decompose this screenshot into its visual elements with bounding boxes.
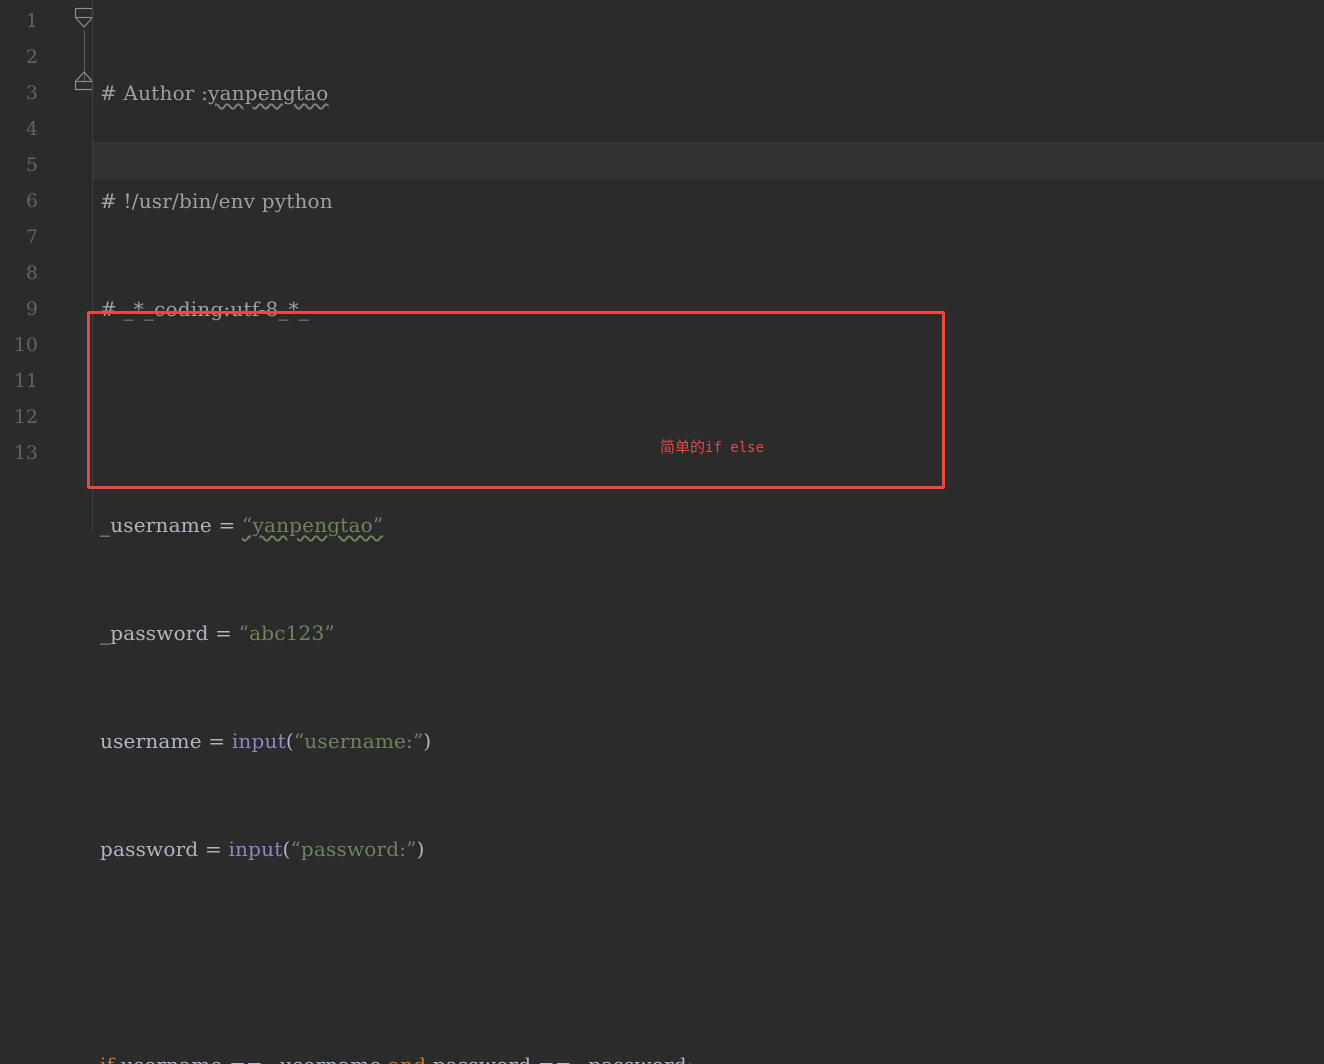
code-line-8[interactable]: password = input(“password:”) [100, 831, 784, 867]
code-line-9[interactable] [100, 939, 784, 975]
comment-hash: # [100, 297, 117, 321]
comment-text: Author : [116, 81, 209, 105]
paren-close: ) [423, 729, 432, 753]
condition-left: username == _username [114, 1053, 388, 1064]
variable-username-const: _username [100, 513, 212, 537]
code-line-1[interactable]: # Author :yanpengtao [100, 75, 784, 111]
paren-close: ) [416, 837, 425, 861]
line-number: 11 [13, 370, 38, 392]
line-number: 4 [25, 118, 38, 140]
string-literal: “yanpengtao” [242, 513, 384, 537]
code-folding-column[interactable] [60, 0, 94, 532]
assign-operator: = [208, 621, 239, 645]
string-literal: “password:” [290, 837, 417, 861]
line-number: 12 [13, 406, 38, 428]
comment-hash: # [100, 81, 117, 105]
line-number: 3 [25, 82, 38, 104]
code-editor[interactable]: 1 2 3 4 5 6 7 8 9 10 11 12 13 # Author:… [0, 0, 1324, 1064]
variable-username: username [100, 729, 202, 753]
line-number: 7 [25, 226, 38, 248]
comment-text: !/usr/bin/env python [116, 189, 333, 213]
string-literal: “username:” [293, 729, 424, 753]
line-number: 8 [25, 262, 38, 284]
condition-right: password == _password: [426, 1053, 694, 1064]
code-line-2[interactable]: # !/usr/bin/env python [100, 183, 784, 219]
paren-open: ( [282, 837, 291, 861]
gutter-separator [92, 0, 93, 532]
assign-operator: = [211, 513, 243, 537]
code-line-4[interactable] [100, 399, 784, 435]
keyword-if: if [100, 1053, 114, 1064]
variable-password: password [100, 837, 199, 861]
keyword-and: and [388, 1053, 426, 1064]
line-number: 1 [25, 10, 38, 32]
annotation-label: 简单的if else [660, 436, 764, 457]
line-number: 2 [25, 46, 38, 68]
code-content[interactable]: # Author :yanpengtao # !/usr/bin/env pyt… [100, 0, 784, 1064]
comment-author-name: yanpengtao [208, 81, 329, 105]
code-line-3[interactable]: # _*_coding:utf-8_*_ [100, 291, 784, 327]
assign-operator: = [201, 729, 232, 753]
code-line-7[interactable]: username = input(“username:”) [100, 723, 784, 759]
code-line-6[interactable]: _password = “abc123” [100, 615, 784, 651]
editor-gutter[interactable]: 1 2 3 4 5 6 7 8 9 10 11 12 13 [0, 0, 94, 532]
paren-open: ( [285, 729, 294, 753]
variable-password-const: _password [100, 621, 209, 645]
line-number: 5 [25, 154, 38, 176]
comment-hash: # [100, 189, 117, 213]
function-input: input [231, 729, 286, 753]
annotation-label-code: if else [705, 440, 765, 456]
function-input: input [228, 837, 283, 861]
line-number: 13 [13, 442, 38, 464]
assign-operator: = [198, 837, 229, 861]
string-literal: “abc123” [238, 621, 335, 645]
line-number: 9 [25, 298, 38, 320]
annotation-label-cn: 简单的 [660, 438, 706, 456]
comment-text: _*_coding:utf-8_*_ [116, 297, 310, 321]
code-line-10[interactable]: if username == _username and password ==… [100, 1047, 784, 1064]
line-number-column: 1 2 3 4 5 6 7 8 9 10 11 12 13 [0, 0, 44, 471]
line-number: 10 [13, 334, 38, 356]
line-number: 6 [25, 190, 38, 212]
code-line-5[interactable]: _username = “yanpengtao” [100, 507, 784, 543]
